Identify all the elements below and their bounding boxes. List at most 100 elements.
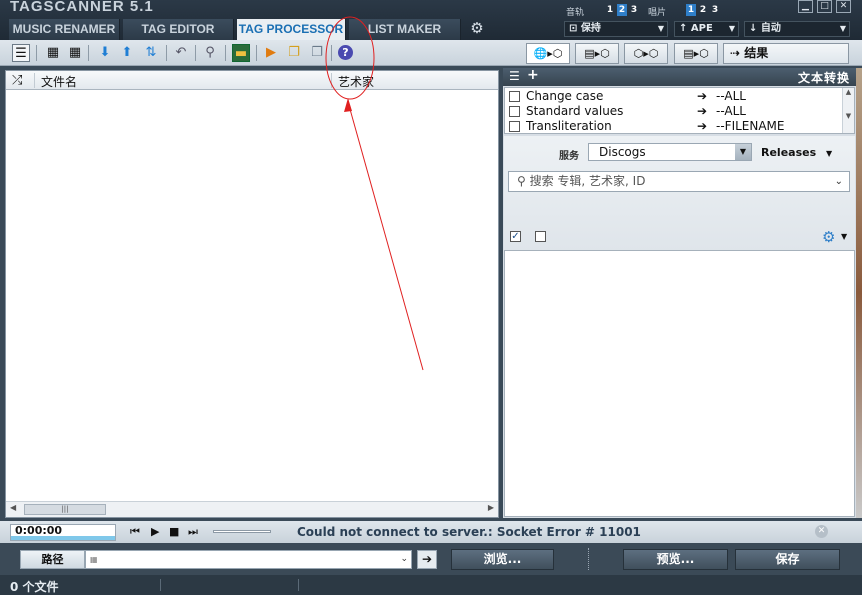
action-checkbox[interactable]: [509, 106, 520, 117]
gear-icon[interactable]: ⚙: [822, 228, 835, 246]
tab-list-maker[interactable]: LIST MAKER: [349, 19, 461, 40]
arrow-up-icon[interactable]: ⬆: [118, 44, 136, 62]
copy-files-icon[interactable]: ❐: [308, 44, 326, 62]
chevron-down-icon[interactable]: ⌄: [400, 551, 408, 568]
title-tab-bar: TAGSCANNER 5.1 MUSIC RENAMER TAG EDITOR …: [0, 0, 862, 40]
auto-mode-dropdown[interactable]: ↓ 自动 ▼: [744, 21, 850, 37]
scrollbar-thumb[interactable]: |||: [24, 504, 106, 515]
action-checkbox[interactable]: [509, 121, 520, 132]
arrow-down-icon[interactable]: ⬇: [96, 44, 114, 62]
tab-music-renamer[interactable]: MUSIC RENAMER: [9, 19, 120, 40]
tree-view-icon[interactable]: ☰: [12, 44, 30, 62]
pic-num-3[interactable]: 3: [710, 4, 720, 16]
add-files-icon[interactable]: ❐: [285, 44, 303, 62]
chevron-down-icon: ▼: [657, 24, 664, 33]
column-artist[interactable]: 艺术家: [338, 73, 374, 90]
action-checkbox[interactable]: [509, 91, 520, 102]
action-name: Transliteration: [526, 119, 612, 133]
chevron-down-icon[interactable]: ▼: [841, 232, 847, 241]
cubes-icon: ⬡▸⬡: [633, 47, 659, 60]
disc-number-selector[interactable]: 1 2 3: [605, 4, 639, 16]
action-row[interactable]: Transliteration ➔ --FILENAME: [505, 119, 843, 134]
pic-number-selector[interactable]: 1 2 3: [686, 4, 720, 16]
action-row[interactable]: Standard values ➔ --ALL: [505, 104, 843, 119]
releases-dropdown[interactable]: Releases ▼: [761, 146, 832, 159]
tab-tag-to-tag[interactable]: ⬡▸⬡: [624, 43, 668, 64]
preview-button[interactable]: 预览...: [623, 549, 728, 570]
actions-scrollbar[interactable]: ▲ ▼: [842, 88, 854, 133]
chevron-down-icon: ▼: [735, 144, 751, 160]
path-input[interactable]: ▦ ⌄: [85, 550, 412, 569]
bottom-controls: 路径 ▦ ⌄ ➔ 浏览... 预览... 保存: [0, 543, 862, 575]
search-placeholder: 搜索 专辑, 艺术家, ID: [529, 174, 646, 188]
seek-slider[interactable]: [213, 530, 271, 533]
search-icon[interactable]: ⚲: [201, 44, 219, 62]
disc-num-1[interactable]: 1: [605, 4, 615, 16]
tab-results[interactable]: ⇢ 结果: [723, 43, 849, 64]
action-target: --ALL: [716, 89, 746, 103]
close-button[interactable]: ✕: [836, 0, 851, 13]
service-value: Discogs: [599, 145, 646, 159]
tab-tag-processor[interactable]: TAG PROCESSOR: [237, 19, 346, 40]
arrow-down-icon: ↓: [749, 23, 761, 34]
tab-online-lookup[interactable]: 🌐▸⬡: [526, 43, 570, 64]
column-divider: [331, 73, 332, 88]
previous-icon[interactable]: ⏮: [130, 524, 140, 540]
separator: [588, 548, 589, 570]
browse-button[interactable]: 浏览...: [451, 549, 554, 570]
grid-select-icon[interactable]: ▦: [66, 44, 84, 62]
column-filename[interactable]: 文件名: [41, 73, 77, 90]
stop-icon[interactable]: ■: [169, 524, 179, 540]
next-icon[interactable]: ⏭: [188, 524, 198, 540]
pic-label: 唱片: [648, 8, 667, 18]
shuffle-icon[interactable]: ⤮: [12, 73, 22, 88]
select-none-checkbox[interactable]: [535, 231, 546, 242]
chevron-down-icon[interactable]: ⌄: [835, 172, 843, 191]
app-title: TAGSCANNER 5.1: [10, 0, 154, 15]
minimize-button[interactable]: ▁: [798, 0, 813, 13]
path-label: 路径: [20, 550, 85, 569]
pic-num-2[interactable]: 2: [698, 4, 708, 16]
help-icon[interactable]: ?: [338, 45, 353, 60]
scroll-right-icon[interactable]: ▶: [488, 503, 494, 512]
save-mode-value: 保持: [580, 23, 601, 34]
action-target: --ALL: [716, 104, 746, 118]
image-editor-icon[interactable]: ▬: [232, 44, 250, 62]
service-label: 服务: [559, 151, 579, 162]
results-list[interactable]: [504, 250, 855, 517]
actions-list: Change case ➔ --ALL Standard values ➔ --…: [504, 87, 855, 134]
service-select[interactable]: Discogs ▼: [588, 143, 752, 161]
grid-view-icon[interactable]: ▦: [44, 44, 62, 62]
disc-num-3[interactable]: 3: [629, 4, 639, 16]
tag-type-dropdown[interactable]: ↑ APE ▼: [674, 21, 739, 37]
search-input[interactable]: ⚲ 搜索 专辑, 艺术家, ID ⌄: [508, 171, 850, 192]
tab-tag-editor[interactable]: TAG EDITOR: [123, 19, 234, 40]
settings-gear-icon[interactable]: ⚙: [469, 20, 485, 36]
tab-text-to-tag[interactable]: ▤▸⬡: [674, 43, 718, 64]
list-icon[interactable]: ☰: [509, 69, 520, 83]
tab-filename-to-tag[interactable]: ▤▸⬡: [575, 43, 619, 64]
sort-icon[interactable]: ⇅: [142, 44, 160, 62]
scroll-left-icon[interactable]: ◀: [10, 503, 16, 512]
save-mode-dropdown[interactable]: ⊡ 保持 ▼: [564, 21, 668, 37]
actions-title: 文本转换: [797, 71, 850, 85]
file-list-panel[interactable]: ⤮ 文件名 艺术家 ◀ ||| ▶: [5, 70, 499, 518]
toolbar-separator: [166, 45, 167, 61]
action-row[interactable]: Change case ➔ --ALL: [505, 89, 843, 104]
play-file-icon[interactable]: ▶: [262, 44, 280, 62]
dismiss-message-icon[interactable]: ✕: [815, 525, 828, 538]
play-icon[interactable]: ▶: [151, 524, 159, 540]
file-count: 0 个文件: [10, 580, 59, 594]
go-arrow-icon[interactable]: ➔: [417, 550, 437, 569]
add-icon[interactable]: +: [527, 67, 539, 83]
save-button[interactable]: 保存: [735, 549, 840, 570]
pic-num-1[interactable]: 1: [686, 4, 696, 16]
maximize-button[interactable]: □: [817, 0, 832, 13]
doc-to-cube-icon: ▤▸⬡: [584, 47, 610, 60]
horizontal-scrollbar[interactable]: ◀ ||| ▶: [6, 501, 498, 517]
disc-num-2[interactable]: 2: [617, 4, 627, 16]
undo-icon[interactable]: ↶: [172, 44, 190, 62]
toolbar-separator: [331, 45, 332, 61]
save-mode-icon: ⊡: [569, 23, 581, 34]
select-all-checkbox[interactable]: ✓: [510, 231, 521, 242]
